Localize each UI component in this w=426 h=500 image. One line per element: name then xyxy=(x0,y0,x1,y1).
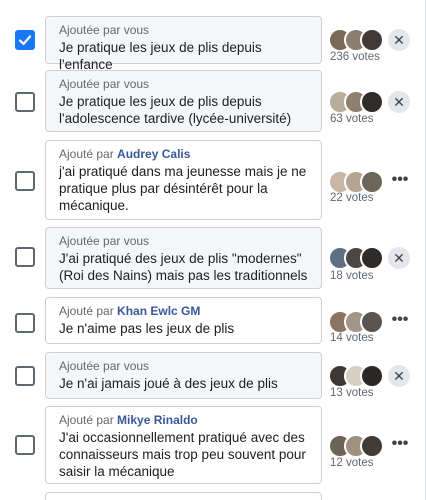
option-checkbox[interactable] xyxy=(15,92,35,112)
avatar xyxy=(360,28,384,52)
close-icon[interactable]: ✕ xyxy=(388,29,410,51)
avatar xyxy=(360,364,384,388)
option-card[interactable]: Ajoutée par vous Je n'ai jamais joué à d… xyxy=(45,352,322,399)
close-icon[interactable]: ✕ xyxy=(388,91,410,113)
option-card[interactable]: Ajoutée par vous J'ai pratiqué des jeux … xyxy=(45,227,322,289)
voter-avatars[interactable] xyxy=(328,310,388,334)
avatar xyxy=(360,246,384,270)
option-card[interactable]: Ajouté par Mikye Rinaldo J'ai occasionne… xyxy=(45,406,322,484)
option-meta: Ajoutée par vous xyxy=(59,234,150,248)
voter-avatars[interactable] xyxy=(328,170,388,194)
option-meta: Ajouté par Khan Ewlc GM xyxy=(59,304,201,318)
option-meta: Ajouté par Audrey Calis xyxy=(59,147,191,161)
author-link[interactable]: Audrey Calis xyxy=(117,147,190,161)
vote-count[interactable]: 12 votes xyxy=(330,457,373,469)
option-meta: Ajoutée par vous xyxy=(59,77,150,91)
option-card-partial[interactable] xyxy=(45,492,322,500)
option-card[interactable]: Ajoutée par vous Je pratique les jeux de… xyxy=(45,16,322,72)
option-text: Je n'aime pas les jeux de plis xyxy=(59,321,235,336)
vote-count[interactable]: 236 votes xyxy=(330,51,380,63)
check-icon xyxy=(18,35,32,46)
vote-count[interactable]: 22 votes xyxy=(330,192,373,204)
author-link[interactable]: Khan Ewlc GM xyxy=(117,304,200,318)
option-checkbox[interactable] xyxy=(15,366,35,386)
option-text: j'ai pratiqué dans ma jeunesse mais je n… xyxy=(59,164,307,213)
option-text: J'ai pratiqué des jeux de plis "modernes… xyxy=(59,251,308,283)
option-checkbox[interactable] xyxy=(15,435,35,455)
more-horizontal-icon[interactable]: ••• xyxy=(390,312,410,333)
option-card[interactable]: Ajoutée par vous Je pratique les jeux de… xyxy=(45,70,322,132)
voter-avatars[interactable] xyxy=(328,90,388,114)
vote-count[interactable]: 18 votes xyxy=(330,270,373,282)
avatar xyxy=(360,90,384,114)
option-text: J'ai occasionnellement pratiqué avec des… xyxy=(59,430,306,479)
close-icon[interactable]: ✕ xyxy=(388,247,410,269)
option-text: Je n'ai jamais joué à des jeux de plis xyxy=(59,376,278,391)
option-checkbox[interactable] xyxy=(15,313,35,333)
author-link[interactable]: Mikye Rinaldo xyxy=(117,413,198,427)
poll-options-list: Ajoutée par vous Je pratique les jeux de… xyxy=(0,0,426,500)
voter-avatars[interactable] xyxy=(328,434,388,458)
voter-avatars[interactable] xyxy=(328,246,388,270)
voter-avatars[interactable] xyxy=(328,364,388,388)
option-text: Je pratique les jeux de plis depuis l'ad… xyxy=(59,94,292,126)
option-checkbox[interactable] xyxy=(15,30,35,50)
option-card[interactable]: Ajouté par Khan Ewlc GM Je n'aime pas le… xyxy=(45,297,322,344)
more-horizontal-icon[interactable]: ••• xyxy=(390,172,410,193)
avatar xyxy=(360,434,384,458)
option-checkbox[interactable] xyxy=(15,171,35,191)
option-checkbox[interactable] xyxy=(15,247,35,267)
option-meta: Ajoutée par vous xyxy=(59,359,150,373)
option-text: Je pratique les jeux de plis depuis l'en… xyxy=(59,40,262,72)
more-horizontal-icon[interactable]: ••• xyxy=(390,436,410,457)
voter-avatars[interactable] xyxy=(328,28,388,52)
vote-count[interactable]: 14 votes xyxy=(330,332,373,344)
vote-count[interactable]: 13 votes xyxy=(330,387,373,399)
avatar xyxy=(360,170,384,194)
close-icon[interactable]: ✕ xyxy=(388,365,410,387)
option-meta: Ajoutée par vous xyxy=(59,23,150,37)
avatar xyxy=(360,310,384,334)
option-meta: Ajouté par Mikye Rinaldo xyxy=(59,413,198,427)
vote-count[interactable]: 63 votes xyxy=(330,113,373,125)
option-card[interactable]: Ajouté par Audrey Calis j'ai pratiqué da… xyxy=(45,140,322,220)
